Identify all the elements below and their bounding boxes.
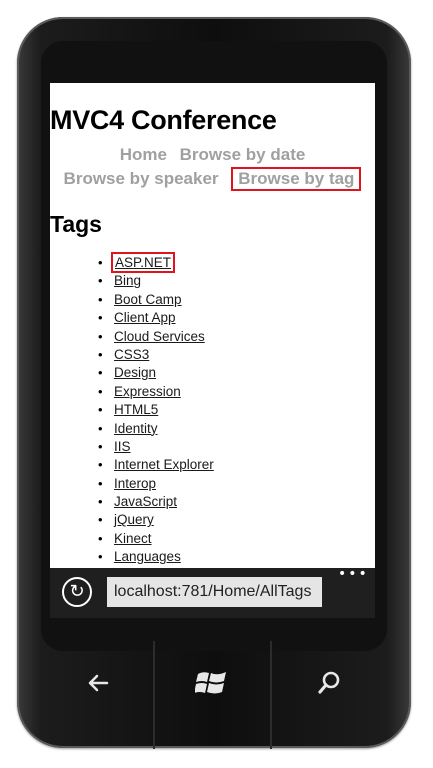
list-item: Design xyxy=(98,364,214,383)
search-icon[interactable] xyxy=(307,660,351,704)
list-item: IIS xyxy=(98,438,214,457)
tag-link[interactable]: IIS xyxy=(114,439,131,454)
list-item: CSS3 xyxy=(98,346,214,365)
tag-link[interactable]: ASP.NET xyxy=(110,252,176,273)
tag-link[interactable]: Design xyxy=(114,365,156,380)
tag-link[interactable]: Kinect xyxy=(114,531,152,546)
tag-link[interactable]: Interop xyxy=(114,476,156,491)
browser-address-bar: ↻ ••• xyxy=(50,566,375,618)
hardware-divider xyxy=(153,641,155,749)
tag-link[interactable]: Boot Camp xyxy=(114,292,182,307)
refresh-icon[interactable]: ↻ xyxy=(62,577,92,607)
list-item: HTML5 xyxy=(98,401,214,420)
browser-viewport: MVC4 Conference Home Browse by date Brow… xyxy=(50,83,375,568)
tag-link[interactable]: Identity xyxy=(114,421,158,436)
nav-link-browse-by-tag[interactable]: Browse by tag xyxy=(231,167,362,191)
tags-heading: Tags xyxy=(50,211,102,237)
list-item: jQuery xyxy=(98,511,214,530)
tag-link[interactable]: Languages xyxy=(114,549,181,564)
url-input[interactable] xyxy=(107,577,322,607)
tag-link[interactable]: Internet Explorer xyxy=(114,457,214,472)
nav-link-browse-by-speaker[interactable]: Browse by speaker xyxy=(64,167,219,191)
tag-link[interactable]: Cloud Services xyxy=(114,329,205,344)
list-item: Client App xyxy=(98,309,214,328)
tag-link[interactable]: Bing xyxy=(114,273,141,288)
list-item: Cloud Services xyxy=(98,328,214,347)
nav-link-browse-by-date[interactable]: Browse by date xyxy=(180,143,306,167)
page-title: MVC4 Conference xyxy=(50,105,277,135)
list-item: Interop xyxy=(98,475,214,494)
tag-list: ASP.NET Bing Boot Camp Client App Cloud … xyxy=(98,252,214,567)
tag-link[interactable]: JavaScript xyxy=(114,494,177,509)
list-item: Expression xyxy=(98,383,214,402)
more-icon[interactable]: ••• xyxy=(338,566,369,582)
list-item: Boot Camp xyxy=(98,291,214,310)
list-item: Languages xyxy=(98,548,214,567)
tag-link[interactable]: Client App xyxy=(114,310,176,325)
tag-link[interactable]: HTML5 xyxy=(114,402,158,417)
list-item: Identity xyxy=(98,420,214,439)
hardware-divider xyxy=(270,641,272,749)
list-item: Bing xyxy=(98,272,214,291)
back-arrow-icon[interactable] xyxy=(76,660,120,704)
list-item: Internet Explorer xyxy=(98,456,214,475)
nav-link-home[interactable]: Home xyxy=(120,143,167,167)
list-item: Kinect xyxy=(98,530,214,549)
list-item: ASP.NET xyxy=(98,252,214,273)
tag-link[interactable]: jQuery xyxy=(114,512,154,527)
site-nav: Home Browse by date Browse by speaker Br… xyxy=(50,143,375,191)
tag-link[interactable]: Expression xyxy=(114,384,181,399)
tag-link[interactable]: CSS3 xyxy=(114,347,149,362)
windows-logo-icon[interactable] xyxy=(190,660,234,704)
list-item: JavaScript xyxy=(98,493,214,512)
